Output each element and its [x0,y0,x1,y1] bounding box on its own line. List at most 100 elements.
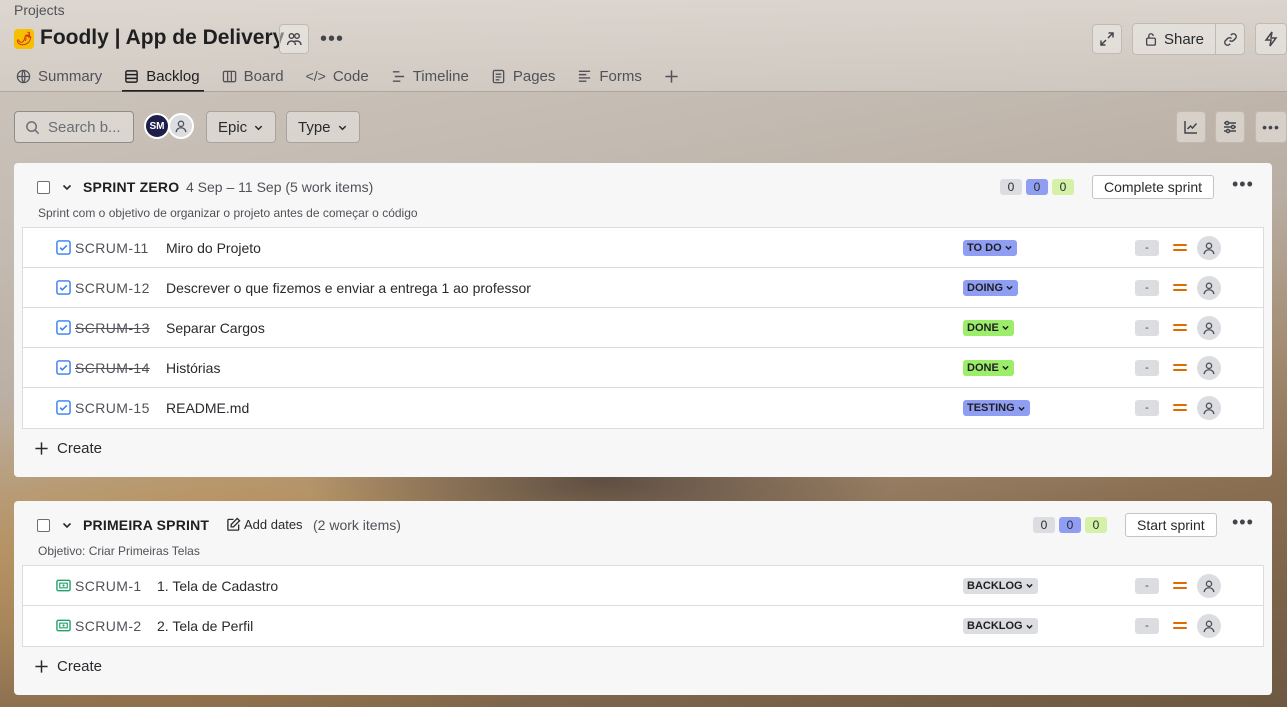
issue-list: SCRUM-11 Miro do Projeto TO DO - SCRUM-1… [22,227,1264,429]
story-points[interactable]: - [1135,319,1159,336]
more-icon: ••• [1262,119,1280,135]
status-dropdown[interactable]: BACKLOG [963,618,1038,634]
issue-summary[interactable]: README.md [166,400,249,416]
more-actions-button[interactable]: ••• [317,24,347,54]
tab-forms[interactable]: Forms [577,64,642,88]
assignee-avatar[interactable] [1197,614,1221,638]
plus-icon [35,660,48,673]
sprint-more-button[interactable]: ••• [1232,512,1254,533]
done-count: 0 [1052,179,1074,195]
sprint-checkbox[interactable] [37,181,50,194]
tab-board[interactable]: Board [222,64,284,88]
table-row[interactable]: SCRUM-14 Histórias DONE - [23,348,1263,388]
insights-button[interactable] [1176,111,1206,143]
assignee-avatar[interactable] [1197,396,1221,420]
sprint-checkbox[interactable] [37,519,50,532]
priority-medium-icon[interactable] [1173,402,1187,414]
more-options-button[interactable]: ••• [1255,111,1287,143]
assignee-avatar[interactable] [1197,235,1221,260]
table-row[interactable]: SCRUM-1 1. Tela de Cadastro BACKLOG - [23,566,1263,606]
chevron-down-icon [254,125,263,130]
issue-key[interactable]: SCRUM-2 [75,618,142,634]
status-dropdown[interactable]: DONE [963,359,1014,376]
issue-summary[interactable]: Miro do Projeto [166,240,261,256]
tab-timeline[interactable]: Timeline [391,64,469,88]
add-tab-button[interactable] [664,64,679,88]
sliders-icon [1224,120,1236,134]
fullscreen-button[interactable] [1092,24,1122,54]
table-row[interactable]: SCRUM-12 Descrever o que fizemos e envia… [23,268,1263,308]
chevron-down-icon [1018,406,1025,411]
forms-icon [579,70,591,82]
type-filter[interactable]: Type [286,111,360,143]
automation-button[interactable] [1255,23,1287,55]
priority-medium-icon[interactable] [1173,620,1187,632]
issue-summary[interactable]: 2. Tela de Perfil [157,618,253,634]
story-points[interactable]: - [1135,577,1159,594]
story-points[interactable]: - [1135,279,1159,296]
table-row[interactable]: SCRUM-11 Miro do Projeto TO DO - [23,228,1263,268]
issue-key[interactable]: SCRUM-15 [75,400,150,416]
epic-filter[interactable]: Epic [206,111,277,143]
issue-key[interactable]: SCRUM-13 [75,320,150,336]
add-dates-button[interactable]: Add dates [226,517,303,532]
unassigned-avatar[interactable] [168,113,194,139]
issue-key[interactable]: SCRUM-11 [75,240,149,256]
page-title: Foodly | App de Delivery [40,26,285,49]
tab-code[interactable]: </> Code [306,64,369,88]
story-icon [56,619,71,632]
issue-summary[interactable]: Descrever o que fizemos e enviar a entre… [166,280,531,296]
issue-key[interactable]: SCRUM-1 [75,578,142,594]
issue-key[interactable]: SCRUM-14 [75,360,150,376]
table-row[interactable]: SCRUM-15 README.md TESTING - [23,388,1263,428]
status-dropdown[interactable]: BACKLOG [963,577,1038,594]
table-row[interactable]: SCRUM-2 2. Tela de Perfil BACKLOG - [23,606,1263,646]
complete-sprint-button[interactable]: Complete sprint [1092,175,1215,199]
story-points[interactable]: - [1135,359,1159,376]
board-icon [222,70,236,82]
chevron-down-icon[interactable] [61,181,73,193]
status-dropdown[interactable]: DOING [963,279,1019,296]
share-button[interactable]: Share [1132,23,1216,55]
more-icon: ••• [1232,174,1254,194]
sprint-more-button[interactable]: ••• [1232,174,1254,195]
tab-backlog[interactable]: Backlog [122,64,204,92]
copy-link-button[interactable] [1215,23,1245,55]
create-issue-button[interactable]: Create [34,658,102,675]
priority-medium-icon[interactable] [1173,580,1187,592]
view-settings-button[interactable] [1215,111,1245,143]
search-input[interactable]: Search b... [14,111,134,143]
priority-medium-icon[interactable] [1173,242,1187,254]
priority-medium-icon[interactable] [1173,322,1187,334]
link-icon [1223,32,1237,46]
more-icon: ••• [319,27,344,50]
sprint-goal: Objetivo: Criar Primeiras Telas [38,544,200,558]
team-button[interactable] [279,24,309,54]
priority-medium-icon[interactable] [1173,282,1187,294]
issue-summary[interactable]: 1. Tela de Cadastro [157,578,278,594]
table-row[interactable]: SCRUM-13 Separar Cargos DONE - [23,308,1263,348]
status-dropdown[interactable]: TO DO [963,239,1017,256]
assignee-avatar[interactable] [1197,573,1221,598]
assignee-avatar[interactable] [1197,355,1221,380]
story-points[interactable]: - [1135,618,1159,634]
issue-summary[interactable]: Separar Cargos [166,320,265,336]
issue-key[interactable]: SCRUM-12 [75,280,150,296]
issue-summary[interactable]: Histórias [166,360,220,376]
status-dropdown[interactable]: TESTING [963,400,1030,416]
story-points[interactable]: - [1135,400,1159,416]
breadcrumb[interactable]: Projects [14,2,65,18]
tab-summary[interactable]: Summary [16,64,102,88]
tab-pages[interactable]: Pages [491,64,555,88]
status-dropdown[interactable]: DONE [963,319,1014,336]
assignee-avatar[interactable] [1197,315,1221,340]
priority-medium-icon[interactable] [1173,362,1187,374]
create-issue-button[interactable]: Create [34,440,102,457]
avatar[interactable]: SM [144,113,170,139]
start-sprint-button[interactable]: Start sprint [1125,513,1217,537]
chevron-down-icon[interactable] [61,519,73,531]
sprint-name: PRIMEIRA SPRINT [83,517,210,533]
story-points[interactable]: - [1135,239,1159,256]
chevron-down-icon [1025,583,1033,589]
assignee-avatar[interactable] [1197,275,1221,300]
